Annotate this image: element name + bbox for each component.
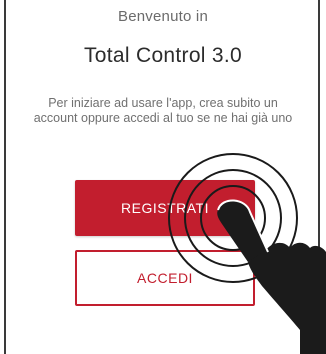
page-title: Total Control 3.0: [83, 44, 243, 67]
register-button[interactable]: REGISTRATI: [75, 180, 255, 236]
welcome-screen: Benvenuto in Total Control 3.0 Per inizi…: [0, 0, 326, 354]
welcome-text: Benvenuto in: [118, 8, 208, 25]
register-button-label: REGISTRATI: [121, 200, 209, 216]
login-button[interactable]: ACCEDI: [75, 250, 255, 306]
login-button-label: ACCEDI: [137, 270, 193, 286]
intro-description: Per iniziare ad usare l'app, crea subito…: [33, 96, 293, 125]
